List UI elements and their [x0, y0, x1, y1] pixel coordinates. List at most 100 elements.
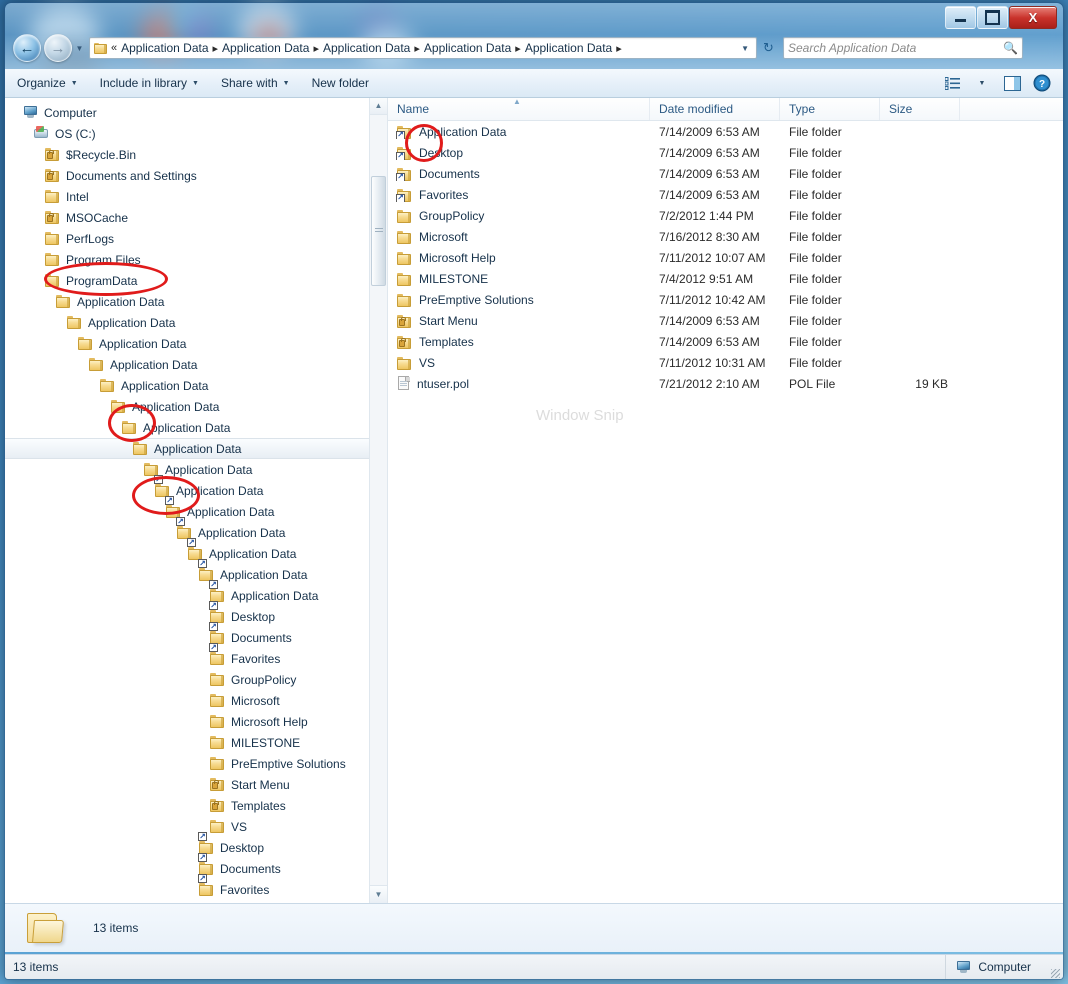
- search-input[interactable]: Search Application Data: [788, 41, 1003, 55]
- breadcrumb-separator-4[interactable]: ▸: [515, 42, 521, 55]
- table-row[interactable]: ntuser.pol 7/21/2012 2:10 AM POL File 19 KB: [388, 373, 1063, 394]
- address-dropdown-chevron-icon[interactable]: ▼: [736, 44, 754, 53]
- breadcrumb-folder-icon: [94, 42, 107, 54]
- tree-item[interactable]: Application Data: [5, 438, 370, 459]
- tree-item[interactable]: Application Data: [5, 396, 370, 417]
- new-folder-button[interactable]: New folder: [302, 71, 379, 95]
- column-header-date-modified[interactable]: Date modified: [650, 97, 780, 120]
- include-in-library-button[interactable]: Include in library ▼: [90, 71, 209, 95]
- breadcrumb-separator-3[interactable]: ▸: [414, 42, 420, 55]
- column-header-size[interactable]: Size: [880, 97, 960, 120]
- breadcrumb-item-4[interactable]: Application Data: [421, 40, 514, 56]
- table-row[interactable]: ↗ Documents 7/14/2009 6:53 AM File folder: [388, 163, 1063, 184]
- tree-item[interactable]: Intel: [5, 186, 370, 207]
- tree-item[interactable]: GroupPolicy: [5, 669, 370, 690]
- tree-item[interactable]: Microsoft Help: [5, 711, 370, 732]
- folder-icon: [397, 209, 413, 223]
- resize-grip[interactable]: [1047, 954, 1063, 979]
- table-row[interactable]: ↗ Desktop 7/14/2009 6:53 AM File folder: [388, 142, 1063, 163]
- organize-button[interactable]: Organize ▼: [7, 71, 88, 95]
- table-row[interactable]: PreEmptive Solutions 7/11/2012 10:42 AM Fi…: [388, 289, 1063, 310]
- tree-item-icon: [45, 252, 61, 267]
- tree-item[interactable]: ↗ Application Data: [5, 538, 370, 564]
- breadcrumb-item-5[interactable]: Application Data: [522, 40, 615, 56]
- recent-pages-chevron-icon[interactable]: ▼: [74, 44, 85, 53]
- refresh-icon[interactable]: ↻: [758, 38, 779, 59]
- column-headers: Name ▲ Date modified Type Size: [388, 97, 1063, 121]
- breadcrumb-item-3[interactable]: Application Data: [320, 40, 413, 56]
- minimize-button[interactable]: [945, 6, 976, 29]
- navigation-tree[interactable]: Computer OS (C:) $Recycle.Bin Documents and…: [5, 97, 370, 903]
- table-row[interactable]: Start Menu 7/14/2009 6:53 AM File folder: [388, 310, 1063, 331]
- tree-item[interactable]: Application Data: [5, 417, 370, 438]
- table-row[interactable]: Templates 7/14/2009 6:53 AM File folder: [388, 331, 1063, 352]
- table-row[interactable]: VS 7/11/2012 10:31 AM File folder: [388, 352, 1063, 373]
- tree-item[interactable]: ↗ Documents: [5, 622, 370, 648]
- file-list[interactable]: ↗ Application Data 7/14/2009 6:53 AM File f…: [388, 121, 1063, 394]
- tree-item[interactable]: Start Menu: [5, 774, 370, 795]
- tree-item[interactable]: Application Data: [5, 459, 370, 480]
- file-name-label: Desktop: [419, 145, 464, 160]
- table-row[interactable]: GroupPolicy 7/2/2012 1:44 PM File folder: [388, 205, 1063, 226]
- table-row[interactable]: MILESTONE 7/4/2012 9:51 AM File folder: [388, 268, 1063, 289]
- tree-item[interactable]: ↗ Application Data: [5, 559, 370, 585]
- forward-button[interactable]: →: [44, 34, 72, 62]
- tree-item[interactable]: ↗ Application Data: [5, 496, 370, 522]
- preview-pane-icon[interactable]: [999, 72, 1025, 94]
- table-row[interactable]: ↗ Favorites 7/14/2009 6:53 AM File folder: [388, 184, 1063, 205]
- tree-item[interactable]: ↗ Documents: [5, 853, 370, 879]
- tree-item[interactable]: ↗ Favorites: [5, 874, 370, 900]
- search-box[interactable]: Search Application Data 🔍: [783, 37, 1023, 59]
- share-with-button[interactable]: Share with ▼: [211, 71, 300, 95]
- tree-item[interactable]: ↗ Favorites: [5, 643, 370, 669]
- tree-item[interactable]: OS (C:): [5, 123, 370, 144]
- tree-item[interactable]: PreEmptive Solutions: [5, 753, 370, 774]
- tree-item-label: Application Data: [220, 567, 308, 582]
- table-row[interactable]: ↗ Application Data 7/14/2009 6:53 AM File f…: [388, 121, 1063, 142]
- tree-item[interactable]: Application Data: [5, 375, 370, 396]
- view-layout-chevron-icon[interactable]: ▼: [969, 72, 995, 94]
- breadcrumb-separator-1[interactable]: ▸: [213, 42, 219, 55]
- column-header-name[interactable]: Name ▲: [388, 97, 650, 120]
- tree-item[interactable]: Microsoft: [5, 690, 370, 711]
- breadcrumb-separator-2[interactable]: ▸: [313, 42, 319, 55]
- help-icon[interactable]: ?: [1029, 72, 1055, 94]
- tree-item[interactable]: $Recycle.Bin: [5, 144, 370, 165]
- tree-item[interactable]: ↗ Desktop: [5, 832, 370, 858]
- tree-item[interactable]: Application Data: [5, 333, 370, 354]
- tree-item[interactable]: Program Files: [5, 249, 370, 270]
- tree-item[interactable]: MILESTONE: [5, 732, 370, 753]
- table-row[interactable]: Microsoft 7/16/2012 8:30 AM File folder: [388, 226, 1063, 247]
- view-layout-icon[interactable]: [939, 72, 965, 94]
- nav-scroll-down-button[interactable]: ▼: [370, 885, 387, 903]
- file-name-cell: ↗ Documents: [388, 167, 650, 181]
- tree-item[interactable]: PerfLogs: [5, 228, 370, 249]
- close-button[interactable]: X: [1009, 6, 1057, 29]
- breadcrumb-separator-5[interactable]: ▸: [616, 42, 622, 55]
- tree-item[interactable]: VS: [5, 816, 370, 837]
- tree-item[interactable]: MSOCache: [5, 207, 370, 228]
- tree-item-icon: [133, 441, 149, 456]
- tree-item[interactable]: ↗ Application Data: [5, 580, 370, 606]
- table-row[interactable]: Microsoft Help 7/11/2012 10:07 AM File fol…: [388, 247, 1063, 268]
- tree-item[interactable]: Application Data: [5, 291, 370, 312]
- column-header-type[interactable]: Type: [780, 97, 880, 120]
- tree-item[interactable]: ↗ Application Data: [5, 475, 370, 501]
- tree-item[interactable]: ↗ Desktop: [5, 601, 370, 627]
- tree-item[interactable]: Computer: [5, 102, 370, 123]
- address-bar[interactable]: « Application Data ▸ Application Data ▸ …: [89, 37, 757, 59]
- breadcrumb-item-1[interactable]: Application Data: [118, 40, 211, 56]
- tree-item[interactable]: Documents and Settings: [5, 165, 370, 186]
- maximize-button[interactable]: [977, 6, 1008, 29]
- tree-item[interactable]: Templates: [5, 795, 370, 816]
- tree-item[interactable]: Application Data: [5, 312, 370, 333]
- nav-scroll-up-button[interactable]: ▲: [370, 97, 387, 115]
- breadcrumb-item-2[interactable]: Application Data: [219, 40, 312, 56]
- tree-item-label: Computer: [44, 105, 97, 120]
- nav-scrollbar-thumb[interactable]: [371, 176, 386, 286]
- navigation-scrollbar[interactable]: ▲ ▼: [369, 97, 387, 903]
- tree-item[interactable]: ProgramData: [5, 270, 370, 291]
- back-button[interactable]: ←: [13, 34, 41, 62]
- tree-item[interactable]: Application Data: [5, 354, 370, 375]
- file-name-label: Documents: [419, 166, 480, 181]
